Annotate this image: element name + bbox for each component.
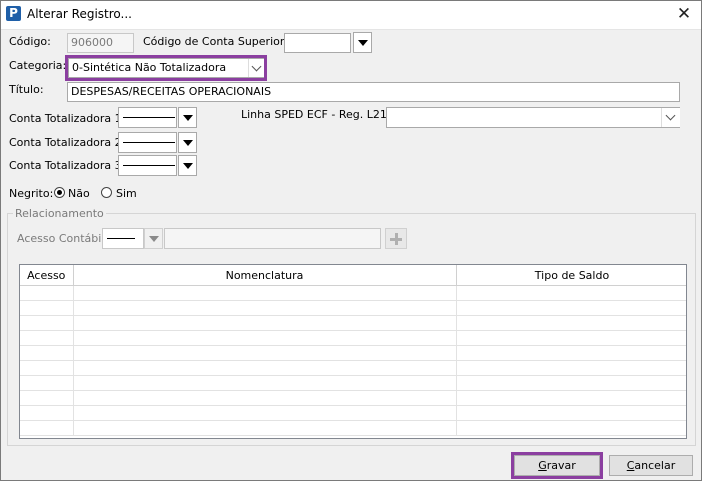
conta-totalizadora-2-field[interactable]	[118, 132, 177, 153]
column-header-tipo-de-saldo[interactable]: Tipo de Saldo	[456, 265, 686, 286]
codigo-superior-dropdown-button[interactable]	[353, 32, 372, 53]
acesso-contabil-description-field[interactable]	[164, 228, 381, 249]
codigo-superior-label: Código de Conta Superior:	[143, 35, 288, 48]
codigo-superior-field[interactable]	[284, 33, 351, 53]
chevron-down-icon	[665, 110, 676, 121]
cancelar-label: ancelar	[634, 459, 676, 472]
relacionamento-title: Relacionamento	[13, 207, 106, 220]
titulo-label: Título:	[9, 83, 44, 96]
cancelar-button[interactable]: Cancelar	[609, 455, 693, 476]
table-row[interactable]	[20, 405, 686, 421]
title-bar: P Alterar Registro... ✕	[1, 1, 701, 30]
table-row[interactable]	[20, 420, 686, 436]
negrito-nao-radio[interactable]	[54, 187, 65, 198]
triangle-down-icon	[149, 236, 159, 242]
empty-value-line	[123, 117, 175, 118]
gravar-button[interactable]: Gravar	[514, 455, 600, 476]
codigo-label: Código:	[9, 35, 51, 48]
negrito-sim-radio[interactable]	[101, 187, 112, 198]
conta-totalizadora-3-field[interactable]	[118, 155, 177, 176]
empty-value-line	[123, 165, 175, 166]
table-row[interactable]	[20, 360, 686, 376]
codigo-field[interactable]: 906000	[67, 33, 134, 53]
triangle-down-icon	[183, 115, 193, 121]
triangle-down-icon	[183, 163, 193, 169]
table-row[interactable]	[20, 285, 686, 301]
conta-totalizadora-1-field[interactable]	[118, 107, 177, 128]
table-row[interactable]	[20, 330, 686, 346]
empty-value-line	[107, 238, 135, 239]
table-row[interactable]	[20, 345, 686, 361]
table-header-row: Acesso Nomenclatura Tipo de Saldo	[20, 265, 686, 286]
conta-totalizadora-1-label: Conta Totalizadora 1:	[9, 112, 126, 125]
negrito-nao-label[interactable]: Não	[68, 187, 90, 200]
linha-sped-select[interactable]	[386, 107, 680, 128]
acesso-contabil-label: Acesso Contábil:	[17, 232, 109, 245]
column-header-acesso[interactable]: Acesso	[20, 265, 74, 286]
relacionamento-table[interactable]: Acesso Nomenclatura Tipo de Saldo	[19, 264, 687, 439]
acesso-contabil-dropdown-button[interactable]	[144, 228, 163, 249]
linha-sped-label: Linha SPED ECF - Reg. L210:	[241, 108, 398, 121]
negrito-sim-label[interactable]: Sim	[116, 187, 137, 200]
table-row[interactable]	[20, 315, 686, 331]
window-title: Alterar Registro...	[27, 7, 132, 21]
acesso-contabil-field[interactable]	[102, 228, 144, 249]
app-logo-icon: P	[6, 6, 21, 21]
table-row[interactable]	[20, 375, 686, 391]
conta-totalizadora-3-label: Conta Totalizadora 3:	[9, 159, 126, 172]
add-icon[interactable]	[385, 228, 407, 249]
gravar-mnemonic: G	[538, 459, 547, 472]
gravar-label: ravar	[546, 459, 576, 472]
chevron-down-icon	[251, 61, 262, 72]
column-header-nomenclatura[interactable]: Nomenclatura	[73, 265, 457, 286]
table-row[interactable]	[20, 300, 686, 316]
close-icon[interactable]: ✕	[667, 1, 701, 29]
titulo-field[interactable]: DESPESAS/RECEITAS OPERACIONAIS	[67, 82, 680, 102]
negrito-label: Negrito:	[9, 187, 54, 200]
triangle-down-icon	[358, 40, 368, 46]
empty-value-line	[123, 142, 175, 143]
table-row[interactable]	[20, 390, 686, 406]
conta-totalizadora-2-dropdown-button[interactable]	[178, 132, 197, 153]
categoria-select[interactable]: 0-Sintética Não Totalizadora	[68, 58, 264, 78]
linha-sped-dropdown-button[interactable]	[661, 108, 680, 127]
triangle-down-icon	[183, 140, 193, 146]
conta-totalizadora-2-label: Conta Totalizadora 2:	[9, 136, 126, 149]
conta-totalizadora-1-dropdown-button[interactable]	[178, 107, 197, 128]
dialog-window: P Alterar Registro... ✕ Código: 906000 C…	[0, 0, 702, 481]
conta-totalizadora-3-dropdown-button[interactable]	[178, 155, 197, 176]
categoria-label: Categoria:	[9, 59, 67, 72]
categoria-dropdown-button[interactable]	[248, 59, 264, 77]
